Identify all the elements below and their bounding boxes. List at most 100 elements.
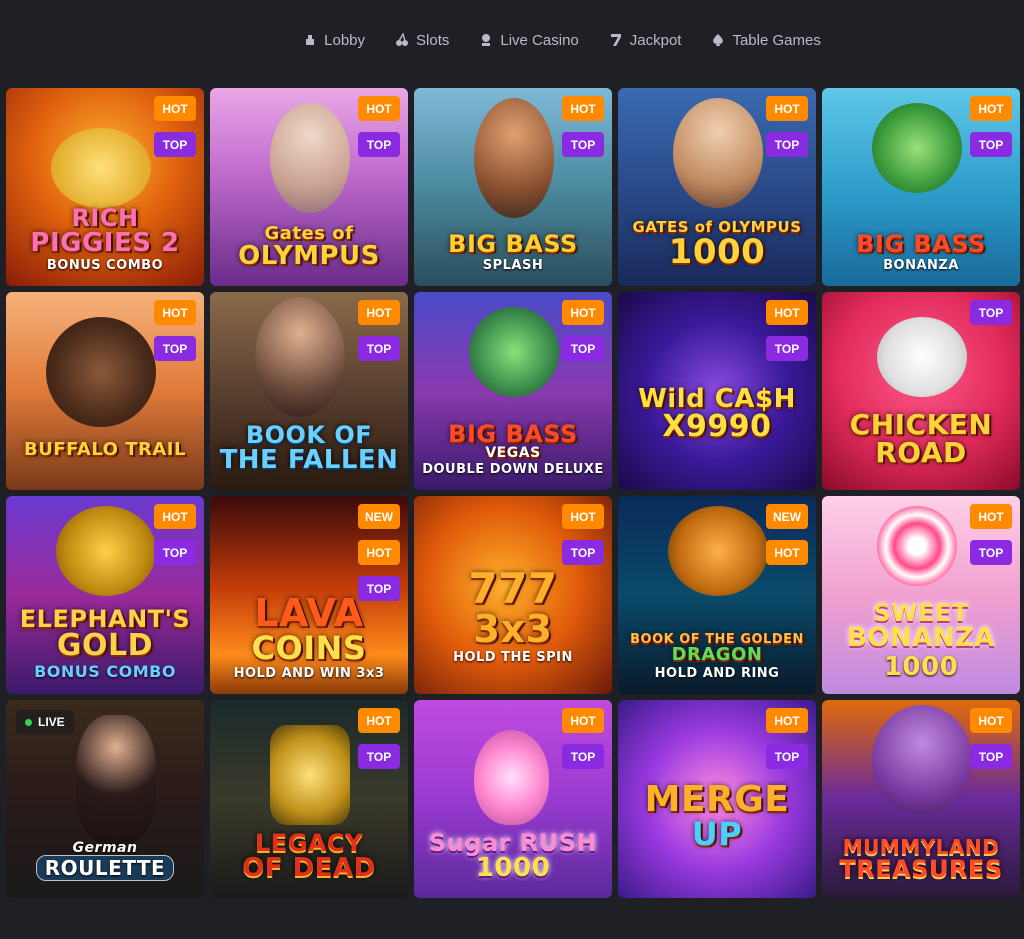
game-tile[interactable]: Wild CA$H X9990 HOT TOP [618,292,816,490]
game-tile[interactable]: MUMMYLAND TREASURES HOT TOP [822,700,1020,898]
lollipop-figure [877,506,957,586]
buffalo-figure [46,317,156,427]
game-tile[interactable]: BIG BASS BONANZA HOT TOP [822,88,1020,286]
game-tile[interactable]: German ROULETTE LIVE [6,700,204,898]
game-tile[interactable]: MERGE UP HOT TOP [618,700,816,898]
zeus-figure [673,98,763,208]
hot-badge: HOT [358,300,400,325]
game-title: BIG BASS VEGAS DOUBLE DOWN DELUXE [422,420,604,477]
game-title: LEGACY OF DEAD [242,829,376,883]
elephant-figure [56,506,156,596]
game-grid: RICH PIGGIES 2 BONUS COMBO HOT TOP Gates o… [6,88,1020,898]
top-badge: TOP [358,132,400,157]
hot-badge: HOT [562,96,604,121]
game-title: German ROULETTE [6,841,204,884]
game-title: BOOK OF THE FALLEN [219,421,399,475]
nav-slots[interactable]: Slots [395,32,449,49]
game-title: CHICKEN ROAD [849,408,993,469]
hot-badge: HOT [970,504,1012,529]
top-badge: TOP [562,132,604,157]
game-title: Gates of OLYMPUS [238,223,380,271]
game-title: RICH PIGGIES 2 BONUS COMBO [30,204,180,273]
hot-badge: HOT [358,96,400,121]
top-badge: TOP [154,132,196,157]
game-title: ELEPHANT'S GOLD BONUS COMBO [19,605,191,681]
game-tile[interactable]: BOOK OF THE GOLDEN DRAGON HOLD AND RING NE… [618,496,816,694]
new-badge: NEW [766,504,808,529]
game-title: BIG BASS SPLASH [448,230,578,273]
hot-badge: HOT [970,96,1012,121]
nav-live-casino[interactable]: Live Casino [479,32,579,49]
piggy-figure [51,128,151,208]
hot-badge: HOT [766,96,808,121]
game-title: BIG BASS BONANZA [856,230,986,273]
dealer-icon [482,34,491,46]
game-tile[interactable]: SWEET BONANZA 1000 HOT TOP [822,496,1020,694]
hot-badge: HOT [562,300,604,325]
hot-badge: HOT [766,540,808,565]
game-tile[interactable]: CHICKEN ROAD TOP [822,292,1020,490]
top-badge: TOP [766,336,808,361]
game-title: 777 3x3 HOLD THE SPIN [453,564,573,665]
game-title: BUFFALO TRAIL [24,439,186,460]
hot-badge: HOT [358,540,400,565]
top-badge: TOP [562,744,604,769]
game-title: MERGE UP [644,779,790,853]
game-tile[interactable]: BIG BASS SPLASH HOT TOP [414,88,612,286]
chicken-figure [877,317,967,397]
game-tile[interactable]: 777 3x3 HOLD THE SPIN HOT TOP [414,496,612,694]
game-tile[interactable]: BUFFALO TRAIL HOT TOP [6,292,204,490]
game-title: GATES of OLYMPUS 1000 [632,218,802,272]
top-badge: TOP [358,576,400,601]
explorer-figure [255,297,345,417]
top-badge: TOP [970,300,1012,325]
game-tile[interactable]: LEGACY OF DEAD HOT TOP [210,700,408,898]
nav-table-games[interactable]: Table Games [711,32,821,49]
game-tile[interactable]: Sugar RUSH 1000 HOT TOP [414,700,612,898]
game-title: MUMMYLAND TREASURES [839,835,1003,883]
hot-badge: HOT [154,300,196,325]
hot-badge: HOT [766,300,808,325]
fish-figure [469,307,559,397]
top-badge: TOP [154,540,196,565]
top-nav: Lobby Slots Live Casino Jackpot Table Ga… [0,0,1024,80]
live-badge: LIVE [16,710,74,734]
game-tile[interactable]: RICH PIGGIES 2 BONUS COMBO HOT TOP [6,88,204,286]
fisherman-figure [474,98,554,218]
mummy-figure [872,705,972,815]
dealer-figure [76,715,156,845]
game-title: BOOK OF THE GOLDEN DRAGON HOLD AND RING [630,632,804,681]
cherry-icon [396,33,409,46]
zeus-figure [270,103,350,213]
dragon-figure [668,506,768,596]
game-tile[interactable]: ELEPHANT'S GOLD BONUS COMBO HOT TOP [6,496,204,694]
top-badge: TOP [154,336,196,361]
game-tile[interactable]: Gates of OLYMPUS HOT TOP [210,88,408,286]
hot-badge: HOT [562,504,604,529]
new-badge: NEW [358,504,400,529]
game-tile[interactable]: BIG BASS VEGAS DOUBLE DOWN DELUXE HOT TOP [414,292,612,490]
hot-badge: HOT [970,708,1012,733]
game-title: Sugar RUSH 1000 [428,829,598,883]
nav-lobby[interactable]: Lobby [303,32,365,49]
top-badge: TOP [766,744,808,769]
game-title: SWEET BONANZA 1000 [846,599,996,682]
top-badge: TOP [562,336,604,361]
nav-jackpot[interactable]: Jackpot [609,32,681,49]
top-badge: TOP [970,744,1012,769]
game-tile[interactable]: LAVA COINS HOLD AND WIN 3x3 NEW HOT TOP [210,496,408,694]
sarcophagus-figure [270,725,350,825]
top-badge: TOP [970,132,1012,157]
game-title: Wild CA$H X9990 [638,384,796,444]
top-badge: TOP [970,540,1012,565]
hot-badge: HOT [154,96,196,121]
top-badge: TOP [766,132,808,157]
hot-badge: HOT [766,708,808,733]
live-dot [25,718,32,726]
seven-icon [610,34,621,46]
fish-figure [872,103,962,193]
game-tile[interactable]: BOOK OF THE FALLEN HOT TOP [210,292,408,490]
top-badge: TOP [358,336,400,361]
game-tile[interactable]: GATES of OLYMPUS 1000 HOT TOP [618,88,816,286]
top-badge: TOP [562,540,604,565]
